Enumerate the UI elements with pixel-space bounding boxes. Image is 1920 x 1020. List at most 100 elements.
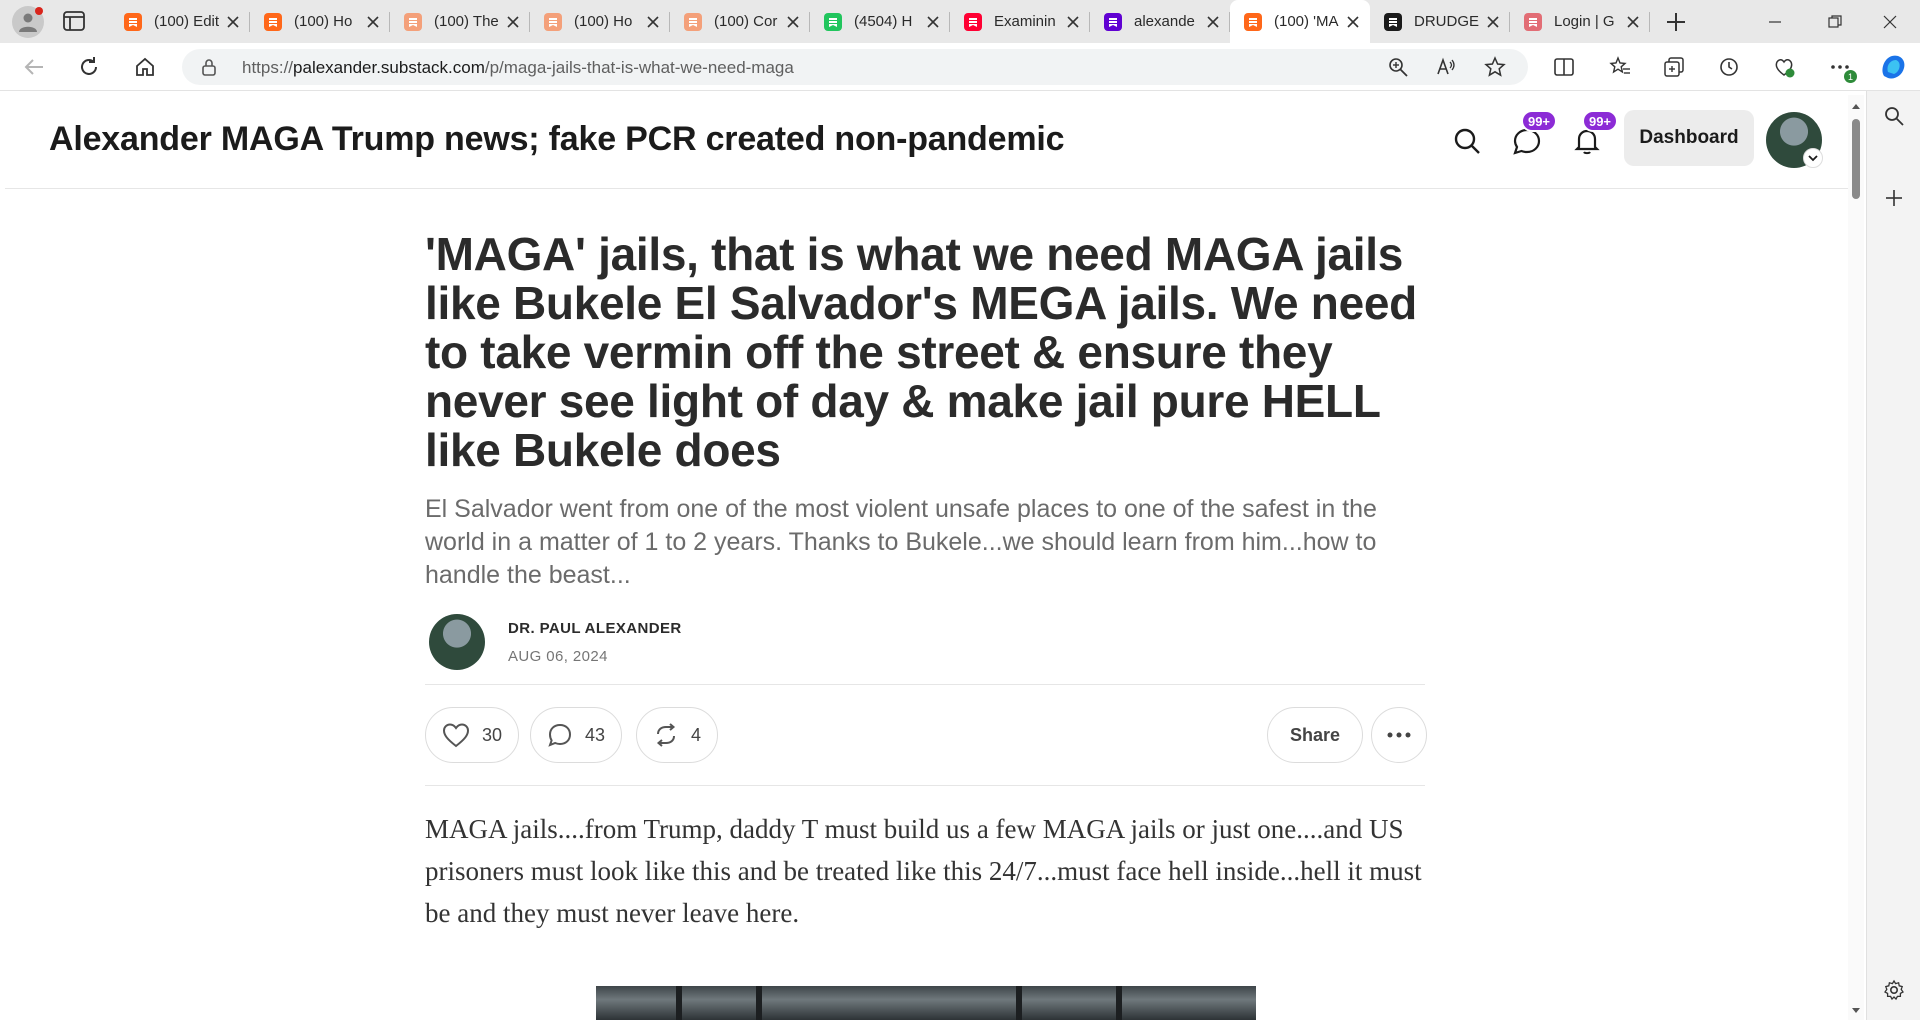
chevron-down-icon	[1808, 155, 1818, 162]
zoom-icon[interactable]	[1387, 56, 1409, 78]
tab-title: (100) 'MA	[1274, 13, 1339, 30]
new-tab-icon[interactable]	[1664, 10, 1688, 34]
more-actions-button[interactable]	[1371, 707, 1427, 763]
gab-icon	[824, 12, 842, 31]
tab-title: alexande	[1134, 13, 1195, 30]
back-button[interactable]	[20, 53, 48, 81]
like-button[interactable]: 30	[425, 707, 520, 763]
person-icon	[19, 13, 37, 32]
collections-icon[interactable]	[1663, 56, 1685, 78]
history-icon[interactable]	[1718, 56, 1740, 78]
search-icon[interactable]	[1452, 126, 1482, 156]
share-button[interactable]: Share	[1267, 707, 1363, 763]
gettr-icon	[1524, 12, 1542, 31]
substack-icon	[264, 12, 282, 31]
close-tab-icon[interactable]	[1486, 15, 1500, 29]
restack-button[interactable]: 4	[636, 707, 719, 763]
close-tab-icon[interactable]	[786, 15, 800, 29]
heart-icon	[442, 723, 470, 748]
favorites-icon[interactable]	[1609, 56, 1631, 78]
author-avatar[interactable]	[429, 614, 485, 670]
browser-tab[interactable]: Examinin	[950, 0, 1090, 43]
dashboard-button[interactable]: Dashboard	[1624, 110, 1754, 166]
close-tab-icon[interactable]	[926, 15, 940, 29]
refresh-icon	[81, 57, 97, 75]
restack-icon	[656, 723, 676, 747]
restack-count: 4	[691, 724, 702, 745]
image-detail	[756, 986, 762, 1020]
tab-title: (100) The	[434, 13, 499, 30]
close-tab-icon[interactable]	[1346, 15, 1360, 29]
tab-actions-icon[interactable]	[62, 10, 86, 32]
extension-badge: 1	[1844, 70, 1857, 83]
close-tab-icon[interactable]	[1206, 15, 1220, 29]
image-detail	[1116, 986, 1122, 1020]
profile-avatar[interactable]	[12, 6, 44, 38]
tab-title: Login | G	[1554, 13, 1615, 30]
tab-title: Examinin	[994, 13, 1056, 30]
post-title: 'MAGA' jails, that is what we need MAGA …	[425, 228, 1417, 476]
browser-tab[interactable]: alexande	[1090, 0, 1230, 43]
post-date: AUG 06, 2024	[508, 648, 608, 665]
image-detail	[676, 986, 682, 1020]
scroll-down-icon[interactable]	[1848, 1004, 1864, 1018]
comment-icon	[548, 723, 572, 747]
yahoo-icon	[1104, 12, 1122, 31]
browser-tab[interactable]: (100) Cor	[670, 0, 810, 43]
browser-tab[interactable]: (100) Edit	[110, 0, 250, 43]
substack-icon	[1244, 12, 1262, 31]
copilot-icon[interactable]	[1876, 50, 1910, 84]
lock-icon[interactable]	[200, 58, 218, 76]
close-tab-icon[interactable]	[226, 15, 240, 29]
close-window-button[interactable]	[1860, 0, 1920, 43]
split-screen-icon[interactable]	[1553, 56, 1575, 78]
post-subtitle: El Salvador went from one of the most vi…	[425, 495, 1377, 589]
tab-title: (4504) H	[854, 13, 913, 30]
minimize-button[interactable]	[1745, 0, 1805, 43]
browser-tab[interactable]: (100) Ho	[530, 0, 670, 43]
sidebar-add-icon[interactable]	[1883, 187, 1905, 209]
drudge-icon	[1384, 12, 1402, 31]
browser-tab[interactable]: (100) 'MA	[1230, 0, 1370, 43]
browser-tab[interactable]: DRUDGE	[1370, 0, 1510, 43]
close-tab-icon[interactable]	[506, 15, 520, 29]
author-name[interactable]: DR. PAUL ALEXANDER	[508, 620, 682, 637]
comment-count: 43	[585, 724, 606, 745]
browser-tab[interactable]: (100) Ho	[250, 0, 390, 43]
home-button[interactable]	[131, 53, 159, 81]
close-tab-icon[interactable]	[646, 15, 660, 29]
youtube-icon	[964, 12, 982, 31]
browser-chrome: (100) Edit (100) Ho (100) The (100) Ho (100)…	[0, 0, 1920, 91]
tab-title: DRUDGE	[1414, 13, 1480, 30]
close-tab-icon[interactable]	[366, 15, 380, 29]
browser-tab[interactable]: (100) The	[390, 0, 530, 43]
close-tab-icon[interactable]	[1626, 15, 1640, 29]
tab-title: (100) Cor	[714, 13, 778, 30]
post-body: MAGA jails....from Trump, daddy T must b…	[425, 814, 1422, 928]
post-image[interactable]	[596, 986, 1256, 1020]
comments-button[interactable]: 43	[530, 707, 623, 763]
scroll-up-icon[interactable]	[1848, 99, 1864, 113]
url-path: /p/maga-jails-that-is-what-we-need-maga	[484, 58, 794, 77]
browser-tab[interactable]: Login | G	[1510, 0, 1650, 43]
page-scrollbar[interactable]	[1848, 95, 1864, 1020]
read-aloud-icon[interactable]	[1435, 56, 1457, 78]
scrollbar-thumb[interactable]	[1852, 119, 1860, 199]
chat-badge: 99+	[1521, 110, 1557, 132]
browser-tab[interactable]: (4504) H	[810, 0, 950, 43]
close-tab-icon[interactable]	[1066, 15, 1080, 29]
favorite-star-icon[interactable]	[1484, 56, 1506, 78]
address-bar[interactable]: https://palexander.substack.com/p/maga-j…	[182, 49, 1528, 85]
account-menu-toggle[interactable]	[1803, 148, 1823, 168]
browser-essentials-icon[interactable]	[1773, 56, 1795, 78]
sidebar-settings-icon[interactable]	[1883, 979, 1905, 1001]
notifications-badge: 99+	[1582, 110, 1618, 132]
sidebar-search-icon[interactable]	[1883, 105, 1905, 127]
profile-alert-dot	[35, 7, 43, 15]
url-text[interactable]: https://palexander.substack.com/p/maga-j…	[242, 58, 794, 78]
settings-menu-button[interactable]: 1	[1826, 53, 1857, 83]
publication-title[interactable]: Alexander MAGA Trump news; fake PCR crea…	[49, 120, 1065, 159]
restore-button[interactable]	[1805, 0, 1865, 43]
refresh-button[interactable]	[75, 53, 103, 81]
url-prefix: https://	[242, 58, 294, 77]
